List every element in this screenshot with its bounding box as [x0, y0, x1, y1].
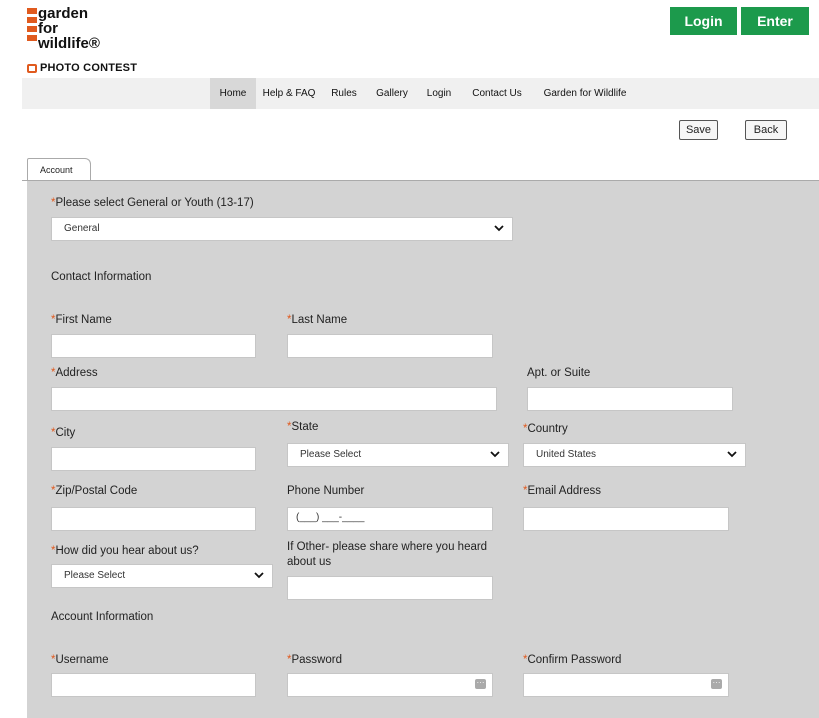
logo-mark	[27, 8, 37, 42]
first-name-input[interactable]	[51, 334, 256, 358]
logo-line-2: for	[38, 20, 58, 37]
nav-garden-for-wildlife[interactable]: Garden for Wildlife	[538, 78, 632, 109]
nav-home[interactable]: Home	[210, 78, 256, 109]
email-label: *Email Address	[523, 485, 601, 497]
nav-help-faq[interactable]: Help & FAQ	[260, 78, 318, 109]
country-select[interactable]: United States	[523, 443, 746, 467]
apt-input[interactable]	[527, 387, 733, 411]
nav-contact-us[interactable]: Contact Us	[468, 78, 526, 109]
save-button[interactable]: Save	[679, 120, 718, 140]
first-name-label: *First Name	[51, 314, 112, 326]
nav-login[interactable]: Login	[424, 78, 454, 109]
state-select[interactable]: Please Select	[287, 443, 509, 467]
chevron-down-icon	[490, 451, 500, 458]
email-input[interactable]	[523, 507, 729, 531]
login-button[interactable]: Login	[670, 7, 737, 35]
nav-gallery[interactable]: Gallery	[374, 78, 410, 109]
confirm-password-label: *Confirm Password	[523, 654, 622, 666]
account-form-panel: *Please select General or Youth (13-17) …	[27, 181, 819, 718]
other-label-line-1: If Other- please share where you heard	[287, 541, 488, 553]
phone-input[interactable]: (___) ___-____	[287, 507, 493, 531]
camera-icon	[27, 64, 37, 73]
chevron-down-icon	[727, 451, 737, 458]
password-label: *Password	[287, 654, 342, 666]
address-input[interactable]	[51, 387, 497, 411]
category-label: *Please select General or Youth (13-17)	[51, 197, 254, 209]
country-label: *Country	[523, 423, 568, 435]
other-input[interactable]	[287, 576, 493, 600]
password-manager-icon[interactable]: ···	[711, 679, 722, 689]
address-label: *Address	[51, 367, 98, 379]
main-nav: Home Help & FAQ Rules Gallery Login Cont…	[22, 78, 819, 109]
account-section-heading: Account Information	[51, 611, 154, 623]
phone-label: Phone Number	[287, 485, 365, 497]
state-label: *State	[287, 421, 319, 433]
chevron-down-icon	[494, 225, 504, 232]
enter-button[interactable]: Enter	[741, 7, 809, 35]
heard-select[interactable]: Please Select	[51, 564, 273, 588]
city-label: *City	[51, 427, 76, 439]
contact-section-heading: Contact Information	[51, 271, 152, 283]
username-input[interactable]	[51, 673, 256, 697]
heard-label: *How did you hear about us?	[51, 545, 199, 557]
zip-input[interactable]	[51, 507, 256, 531]
category-select[interactable]: General	[51, 217, 513, 241]
city-input[interactable]	[51, 447, 256, 471]
nav-rules[interactable]: Rules	[328, 78, 360, 109]
logo-line-3: wildlife®	[38, 35, 100, 52]
confirm-password-input[interactable]: ···	[523, 673, 729, 697]
last-name-input[interactable]	[287, 334, 493, 358]
chevron-down-icon	[254, 572, 264, 579]
password-manager-icon[interactable]: ···	[475, 679, 486, 689]
apt-label: Apt. or Suite	[527, 367, 591, 379]
tab-account[interactable]: Account	[27, 158, 91, 180]
back-button[interactable]: Back	[745, 120, 787, 140]
zip-label: *Zip/Postal Code	[51, 485, 138, 497]
username-label: *Username	[51, 654, 109, 666]
password-input[interactable]: ···	[287, 673, 493, 697]
photo-contest-label: PHOTO CONTEST	[27, 62, 137, 74]
other-label-line-2: about us	[287, 556, 332, 568]
last-name-label: *Last Name	[287, 314, 348, 326]
logo-line-1: garden	[38, 5, 89, 22]
